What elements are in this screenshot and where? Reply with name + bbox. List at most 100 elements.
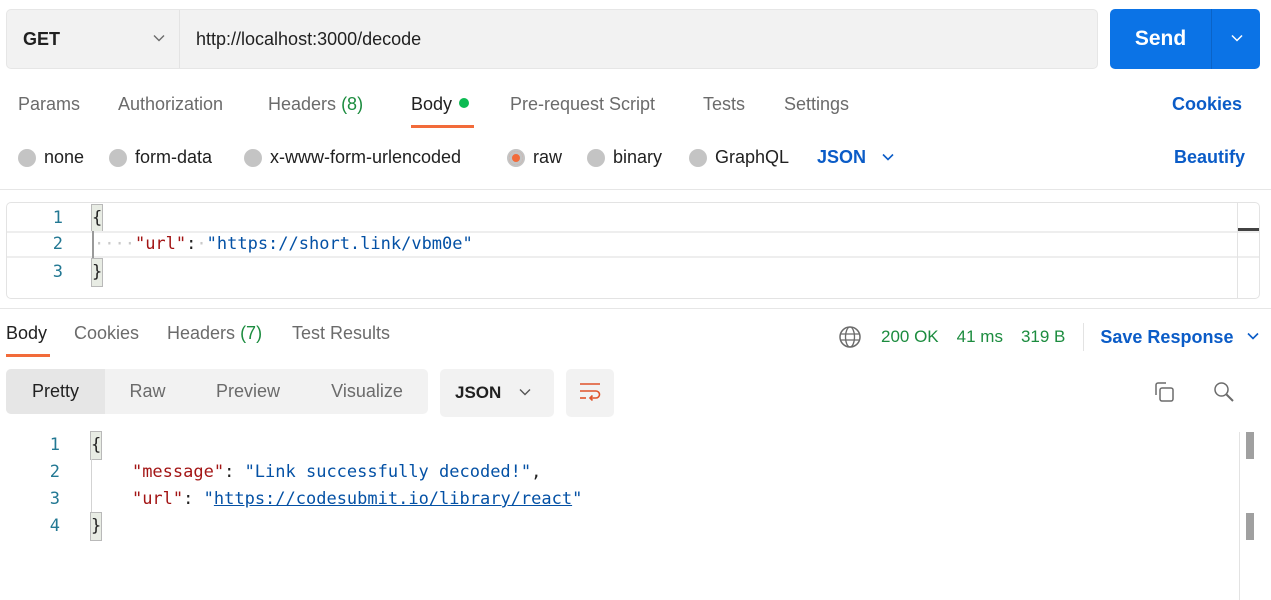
radio-circle <box>689 148 707 167</box>
json-comma: , <box>531 462 542 482</box>
code-line: 1 { <box>0 431 1271 460</box>
save-response-dropdown[interactable]: Save Response <box>1100 326 1260 348</box>
code-line: 4 } <box>0 512 1271 541</box>
line-number: 4 <box>49 516 60 536</box>
chevron-down-icon <box>882 153 894 163</box>
divider <box>0 308 1271 309</box>
url-input[interactable] <box>180 10 1097 68</box>
json-quote: " <box>572 489 583 509</box>
chevron-down-icon <box>519 388 531 398</box>
json-key: "url" <box>134 234 187 254</box>
chevron-down-icon <box>153 34 165 44</box>
radio-form-data[interactable]: form-data <box>109 147 212 168</box>
view-mode-selector: Pretty Raw Preview Visualize <box>6 369 428 414</box>
radio-binary[interactable]: binary <box>587 147 662 168</box>
scrollbar-thumb[interactable] <box>1246 432 1254 459</box>
response-tabs: Body Cookies Headers (7) Test Results 20… <box>0 318 1271 358</box>
brace: { <box>89 431 103 460</box>
json-separator: : <box>224 462 245 482</box>
beautify-button[interactable]: Beautify <box>1174 147 1245 168</box>
radio-circle <box>109 148 127 167</box>
copy-icon[interactable] <box>1152 380 1176 404</box>
method-dropdown[interactable]: GET <box>7 10 180 68</box>
response-body-viewer[interactable]: 1 { 2 "message": "Link successfully deco… <box>0 431 1271 600</box>
headers-count: (8) <box>341 94 364 114</box>
brace: } <box>89 512 103 541</box>
active-tab-underline <box>6 354 50 357</box>
search-icon[interactable] <box>1212 380 1236 404</box>
view-mode-preview[interactable]: Preview <box>190 369 306 414</box>
radio-label: none <box>44 147 85 167</box>
save-response-label: Save Response <box>1100 326 1234 347</box>
body-modified-indicator <box>459 98 470 108</box>
response-format-label: JSON <box>455 383 502 402</box>
response-tab-headers[interactable]: Headers (7) <box>167 323 262 344</box>
headers-count: (7) <box>240 323 263 343</box>
cookies-link[interactable]: Cookies <box>1172 94 1242 115</box>
radio-circle <box>587 148 605 167</box>
wrap-lines-icon <box>578 381 602 406</box>
radio-raw[interactable]: raw <box>507 147 562 168</box>
active-tab-underline <box>411 125 474 128</box>
view-mode-raw[interactable]: Raw <box>105 369 190 414</box>
view-mode-visualize[interactable]: Visualize <box>306 369 428 414</box>
radio-none[interactable]: none <box>18 147 84 168</box>
json-key: "message" <box>131 462 225 482</box>
brace: { <box>90 204 104 233</box>
response-tab-cookies[interactable]: Cookies <box>74 323 139 344</box>
brace: } <box>90 258 104 287</box>
editor-scrollbar[interactable] <box>1237 203 1259 298</box>
json-separator: : <box>183 489 204 509</box>
tab-settings[interactable]: Settings <box>784 94 849 115</box>
line-number: 1 <box>52 208 63 228</box>
send-button[interactable]: Send <box>1110 9 1211 69</box>
whitespace-marker: ···· <box>94 234 135 254</box>
chevron-down-icon <box>1247 332 1260 342</box>
request-url-bar: GET <box>6 9 1098 69</box>
send-options-button[interactable] <box>1211 9 1260 69</box>
line-number: 3 <box>49 489 60 509</box>
send-button-group: Send <box>1110 9 1260 69</box>
tab-authorization[interactable]: Authorization <box>118 94 223 115</box>
radio-circle <box>244 148 262 167</box>
viewer-scrollbar[interactable] <box>1239 432 1271 600</box>
response-tab-test-results[interactable]: Test Results <box>292 323 390 344</box>
radio-x-www-form-urlencoded[interactable]: x-www-form-urlencoded <box>244 147 461 168</box>
line-number: 1 <box>49 435 60 455</box>
radio-label: binary <box>613 147 663 167</box>
view-mode-pretty[interactable]: Pretty <box>6 369 105 414</box>
tab-headers-label: Headers <box>167 323 236 343</box>
response-format-dropdown[interactable]: JSON <box>440 369 554 417</box>
tab-body[interactable]: Body <box>411 94 470 115</box>
radio-label: GraphQL <box>715 147 790 167</box>
response-time[interactable]: 41 ms <box>957 327 1003 347</box>
code-line-current: 2 ····"url":·"https://short.link/vbm0e" <box>7 231 1259 258</box>
json-quote: " <box>203 489 214 509</box>
body-type-selector: none form-data x-www-form-urlencoded raw… <box>0 143 1271 175</box>
request-body-editor[interactable]: 1 { 2 ····"url":·"https://short.link/vbm… <box>6 202 1260 299</box>
code-line: 3 "url": "https://codesubmit.io/library/… <box>0 486 1271 513</box>
raw-format-dropdown[interactable]: JSON <box>817 147 894 168</box>
method-label: GET <box>23 28 61 49</box>
globe-icon[interactable] <box>838 325 862 349</box>
wrap-lines-button[interactable] <box>566 369 614 417</box>
status-code[interactable]: 200 OK <box>881 327 939 347</box>
radio-label: x-www-form-urlencoded <box>270 147 462 167</box>
request-tabs: Params Authorization Headers (8) Body Pr… <box>0 88 1271 130</box>
tab-params[interactable]: Params <box>18 94 80 115</box>
radio-circle-selected <box>507 148 525 167</box>
json-url-link[interactable]: https://codesubmit.io/library/react <box>214 489 572 509</box>
divider <box>1083 323 1085 351</box>
tab-headers[interactable]: Headers (8) <box>268 94 363 115</box>
radio-label: raw <box>533 147 563 167</box>
json-value: "Link successfully decoded!" <box>244 462 532 482</box>
radio-graphql[interactable]: GraphQL <box>689 147 789 168</box>
scrollbar-thumb[interactable] <box>1238 228 1259 231</box>
response-tab-body[interactable]: Body <box>6 323 47 344</box>
response-size[interactable]: 319 B <box>1021 327 1065 347</box>
response-status-bar: 200 OK 41 ms 319 B Save Response <box>838 323 1260 351</box>
line-number: 2 <box>52 234 63 254</box>
tab-pre-request-script[interactable]: Pre-request Script <box>510 94 655 115</box>
tab-tests[interactable]: Tests <box>703 94 745 115</box>
radio-label: form-data <box>135 147 213 167</box>
